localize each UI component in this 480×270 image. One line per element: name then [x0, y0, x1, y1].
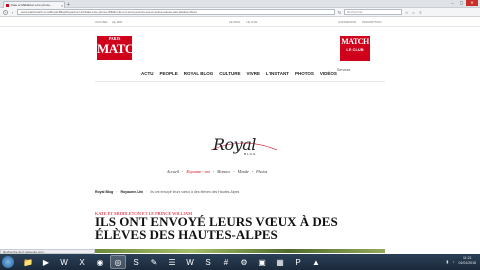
main-navigation: ACTU PEOPLE ROYAL BLOG CULTURE VIVRE L'I…	[141, 71, 337, 76]
window-controls: – ▢ ✕	[448, 0, 478, 6]
folder-icon[interactable]: ▣	[254, 255, 270, 269]
paris-match-logo[interactable]: PARIS MATCH	[97, 36, 144, 60]
explorer-icon[interactable]: 📁	[20, 255, 36, 269]
separator-dot: •	[251, 169, 254, 174]
separator-dot: •	[212, 169, 215, 174]
vlc-icon[interactable]: ▲	[308, 255, 324, 269]
article-headline: Ils ont envoyé leurs vœux à des élèves d…	[95, 214, 338, 242]
notepad-icon[interactable]: ☰	[164, 255, 180, 269]
firefox-icon[interactable]: ◎	[110, 255, 126, 269]
address-bar[interactable]: www.parismatch.com/Royal-Blog/Royaume-Un…	[17, 9, 335, 15]
nav-item-culture[interactable]: CULTURE	[219, 71, 240, 76]
utility-link[interactable]: LE JDD	[112, 20, 122, 24]
skype-app-icon[interactable]: S	[200, 255, 216, 269]
taskbar: 📁 ▶ W X ◉ ◎ S ✎ ☰ W S # ⚙ ▣ ▦ P ▲ ▮ ♪ 11…	[0, 254, 480, 270]
separator-dot: •	[233, 169, 235, 174]
network-icon[interactable]: ▮	[446, 259, 448, 264]
nav-item-photos[interactable]: PHOTOS	[295, 71, 314, 76]
services-link[interactable]: Services	[337, 68, 350, 72]
clock-date: 01/01/2015	[458, 261, 476, 265]
paint-icon[interactable]: ✎	[146, 255, 162, 269]
utility-link[interactable]: LE LIVE	[246, 20, 257, 24]
start-button[interactable]	[2, 256, 14, 268]
breadcrumb: Royal Blog › Royaume-Uni › Ils ont envoy…	[95, 190, 239, 194]
search-input[interactable]: Rechercher	[344, 9, 402, 15]
subnav-photos[interactable]: Photos	[256, 169, 267, 174]
subnav-monde[interactable]: Monde	[238, 169, 249, 174]
nav-item-instant[interactable]: L'INSTANT	[266, 71, 289, 76]
nav-item-actu[interactable]: ACTU	[141, 71, 154, 76]
separator-dot: •	[182, 169, 184, 174]
article-photo	[95, 249, 385, 253]
royal-blog-caption: BLOG	[244, 152, 257, 156]
word-doc-icon[interactable]: W	[182, 255, 198, 269]
volume-icon[interactable]: ♪	[452, 259, 454, 264]
blog-subnav: Accueil • Royaume - uni • Monaco • Monde…	[167, 169, 267, 174]
utility-bar: ACCUEIL LE JDD ... LE MAG LE LIVE CONNEX…	[0, 18, 480, 27]
close-window-button[interactable]: ✕	[466, 0, 478, 6]
menu-icon[interactable]: ≡	[418, 10, 423, 15]
login-link[interactable]: CONNEXION	[338, 20, 356, 24]
nav-item-royal-blog[interactable]: ROYAL BLOG	[184, 71, 214, 76]
system-tray: ▮ ♪ 11:21 01/01/2015	[446, 256, 476, 266]
close-tab-icon[interactable]: ×	[60, 3, 64, 8]
bookmark-icon[interactable]: ☆	[404, 10, 409, 15]
back-icon[interactable]: ‹	[3, 9, 8, 15]
home-icon[interactable]: ⌂	[411, 10, 416, 15]
excel-icon[interactable]: X	[74, 255, 90, 269]
chrome-icon[interactable]: ◉	[92, 255, 108, 269]
signup-link[interactable]: INSCRIPTION	[362, 20, 381, 24]
nav-item-vivre[interactable]: VIVRE	[246, 71, 260, 76]
nav-item-people[interactable]: PEOPLE	[160, 71, 178, 76]
minimize-button[interactable]: –	[448, 0, 457, 6]
utility-link[interactable]: ACCUEIL	[95, 20, 108, 24]
tab-title: Kate et Middleton et le prince...	[11, 3, 53, 7]
maximize-button[interactable]: ▢	[457, 0, 466, 6]
breadcrumb-item[interactable]: Royaume-Uni	[120, 190, 143, 194]
utility-link[interactable]: ...	[126, 20, 129, 24]
forward-icon[interactable]: ›	[10, 10, 15, 15]
reload-icon[interactable]: ↻	[337, 10, 342, 15]
skype-icon[interactable]: S	[128, 255, 144, 269]
breadcrumb-item[interactable]: Royal Blog	[95, 190, 113, 194]
photos-icon[interactable]: ▦	[272, 255, 288, 269]
chevron-right-icon: ›	[146, 190, 148, 194]
word-icon[interactable]: W	[56, 255, 72, 269]
browser-tab-bar: Kate et Middleton et le prince... × + – …	[0, 0, 480, 8]
subnav-accueil[interactable]: Accueil	[167, 169, 179, 174]
clock[interactable]: 11:21 01/01/2015	[458, 256, 476, 266]
chevron-right-icon: ›	[116, 190, 118, 194]
media-player-icon[interactable]: ▶	[38, 255, 54, 269]
utility-link[interactable]: LE MAG	[229, 20, 240, 24]
divider	[95, 81, 385, 82]
subnav-royaume-uni[interactable]: Royaume - uni	[186, 169, 209, 174]
browser-toolbar: ‹ › www.parismatch.com/Royal-Blog/Royaum…	[0, 8, 480, 17]
calculator-icon[interactable]: #	[218, 255, 234, 269]
browser-tab[interactable]: Kate et Middleton et le prince... ×	[3, 1, 65, 8]
web-page: ACCUEIL LE JDD ... LE MAG LE LIVE CONNEX…	[0, 18, 480, 253]
nav-item-videos[interactable]: VIDÉOS	[320, 71, 337, 76]
settings-icon[interactable]: ⚙	[236, 255, 252, 269]
subnav-monaco[interactable]: Monaco	[217, 169, 230, 174]
ppt-icon[interactable]: P	[290, 255, 306, 269]
match-club-logo[interactable]: MATCH LE CLUB	[340, 36, 370, 61]
breadcrumb-current: Ils ont envoyé leurs vœux à des élèves d…	[150, 190, 240, 194]
favicon-icon	[6, 3, 9, 7]
